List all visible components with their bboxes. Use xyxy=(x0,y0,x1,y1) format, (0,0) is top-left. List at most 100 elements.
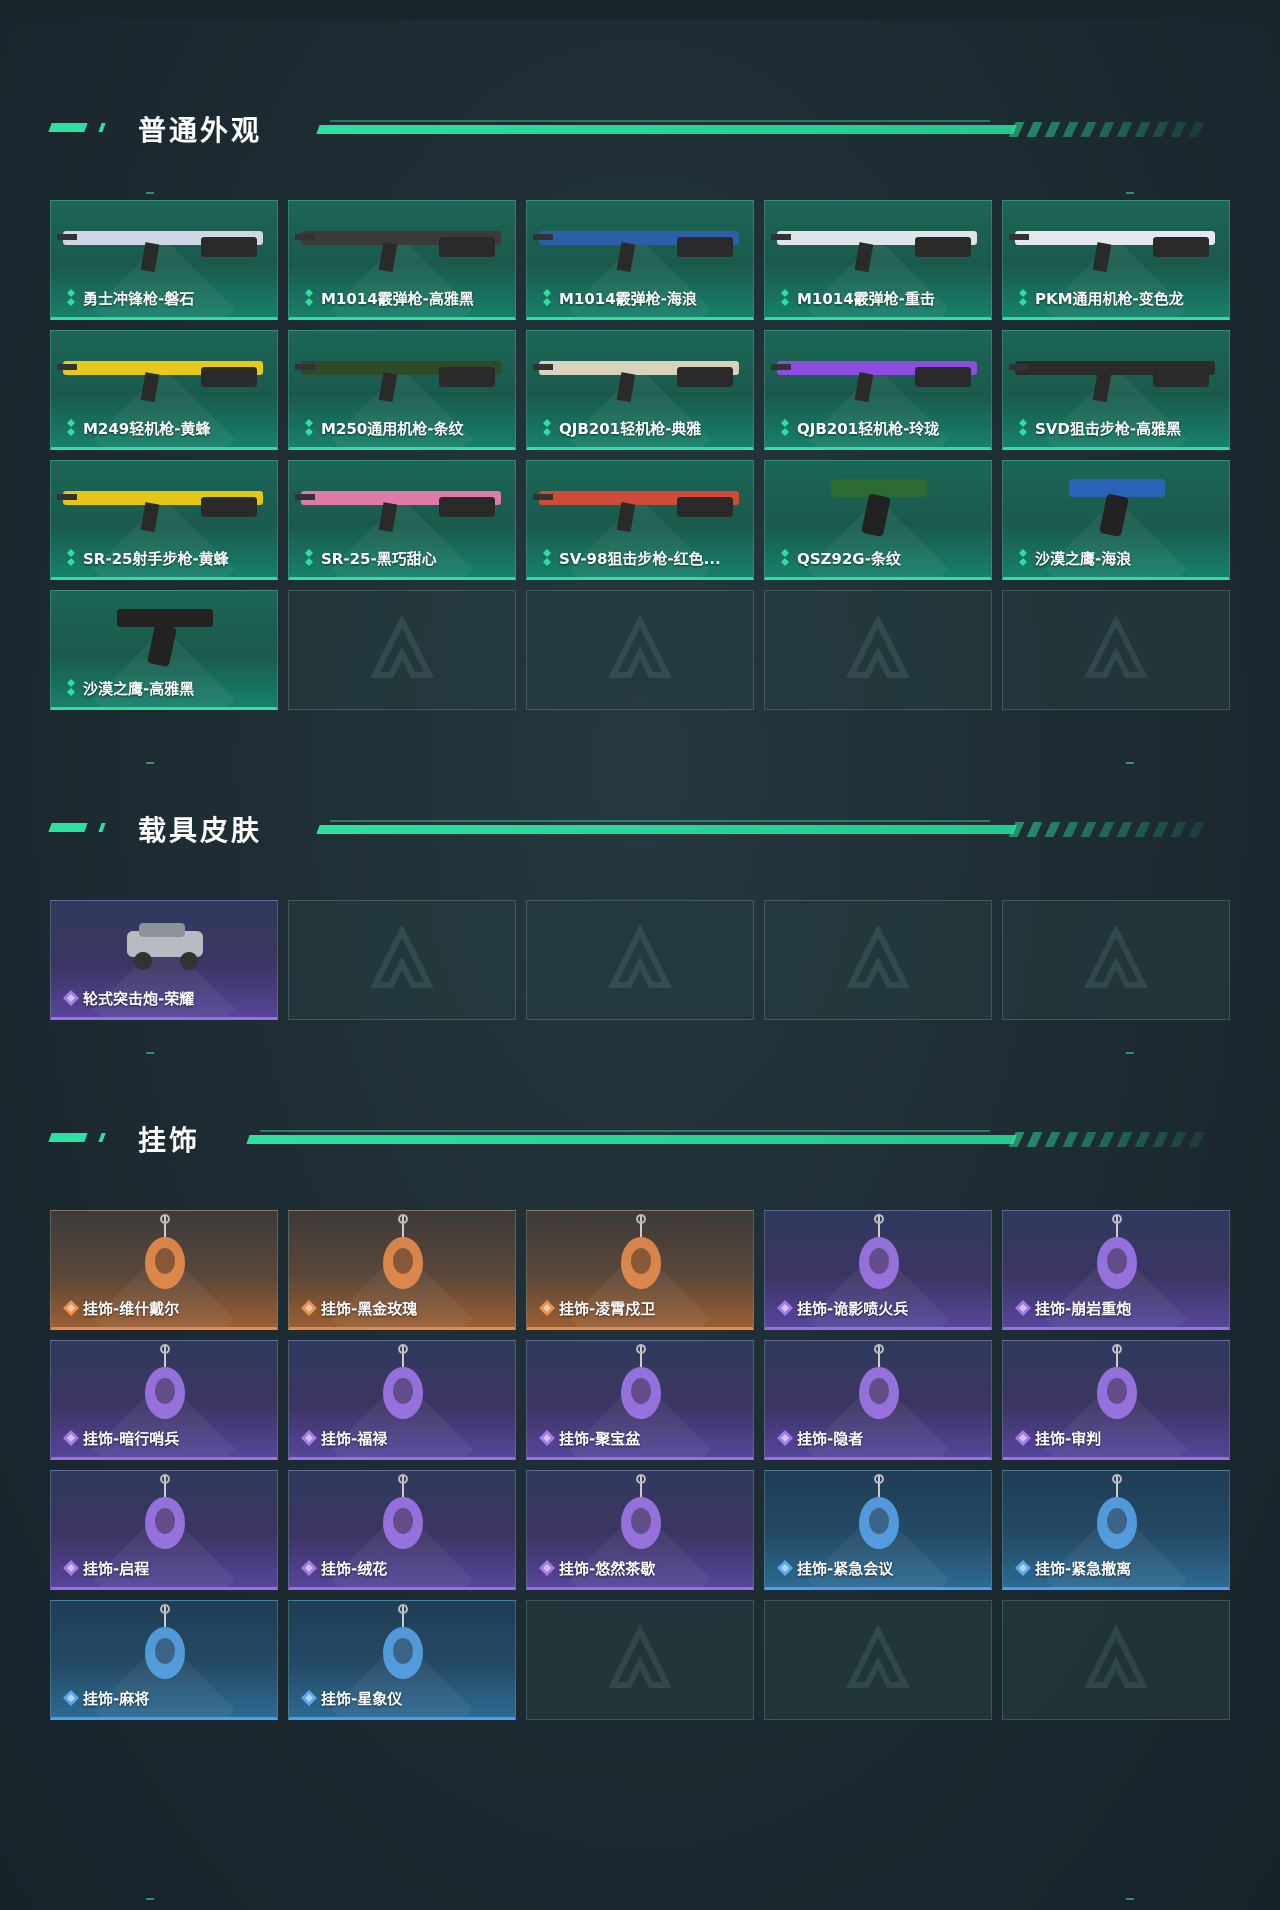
corner-tick xyxy=(1126,1898,1134,1900)
machine-gun-icon xyxy=(1009,231,1215,273)
rarity-diamond-icon xyxy=(543,289,551,306)
header-checker-pattern xyxy=(1008,822,1206,837)
item-label: QJB201轻机枪-玲珑 xyxy=(797,420,940,438)
item-card[interactable]: 挂饰-暗行哨兵 xyxy=(50,1340,278,1460)
rarity-diamond-icon xyxy=(1019,549,1027,566)
item-label: 挂饰-紧急撤离 xyxy=(1035,1560,1132,1578)
rarity-diamond-icon xyxy=(301,1300,317,1316)
item-card[interactable]: 挂饰-崩岩重炮 xyxy=(1002,1210,1230,1330)
machine-gun-icon xyxy=(295,361,501,403)
item-card[interactable]: 挂饰-凌霄戍卫 xyxy=(526,1210,754,1330)
rarity-diamond-icon xyxy=(63,1690,79,1706)
item-label: QJB201轻机枪-典雅 xyxy=(559,420,702,438)
header-accent-dash xyxy=(98,123,106,132)
item-card[interactable]: 挂饰-诡影喷火兵 xyxy=(764,1210,992,1330)
item-label: M1014霰弹枪-海浪 xyxy=(559,290,697,308)
item-card[interactable]: 挂饰-启程 xyxy=(50,1470,278,1590)
item-label: 挂饰-诡影喷火兵 xyxy=(797,1300,909,1318)
charm-icon xyxy=(1097,1474,1137,1549)
rarity-diamond-icon xyxy=(539,1560,555,1576)
item-card[interactable]: 挂饰-悠然茶歇 xyxy=(526,1470,754,1590)
item-label: 挂饰-紧急会议 xyxy=(797,1560,894,1578)
charm-icon xyxy=(383,1344,423,1419)
pistol-icon xyxy=(831,479,927,537)
game-logo-watermark xyxy=(1084,615,1148,678)
item-card[interactable]: 沙漠之鹰-高雅黑 xyxy=(50,590,278,710)
item-card[interactable]: SV-98狙击步枪-红色... xyxy=(526,460,754,580)
item-card[interactable]: 挂饰-黑金玫瑰 xyxy=(288,1210,516,1330)
header-line xyxy=(260,1130,990,1132)
item-card[interactable]: 轮式突击炮-荣耀 xyxy=(50,900,278,1020)
item-label: 挂饰-维什戴尔 xyxy=(83,1300,180,1318)
rifle-icon xyxy=(295,491,501,533)
rifle-icon xyxy=(57,231,263,273)
item-label: 挂饰-悠然茶歇 xyxy=(559,1560,656,1578)
rarity-diamond-icon xyxy=(63,1300,79,1316)
item-label: 挂饰-暗行哨兵 xyxy=(83,1430,180,1448)
empty-slot xyxy=(764,900,992,1020)
section-header: 挂饰 xyxy=(0,1115,1280,1159)
charm-icon xyxy=(383,1604,423,1679)
item-card[interactable]: M1014霰弹枪-海浪 xyxy=(526,200,754,320)
item-card[interactable]: M1014霰弹枪-重击 xyxy=(764,200,992,320)
item-card[interactable]: 挂饰-紧急撤离 xyxy=(1002,1470,1230,1590)
header-accent-dash xyxy=(48,823,88,832)
item-label: SR-25-黑巧甜心 xyxy=(321,550,437,568)
pistol-icon xyxy=(117,609,213,667)
item-card[interactable]: 挂饰-紧急会议 xyxy=(764,1470,992,1590)
item-card[interactable]: SR-25-黑巧甜心 xyxy=(288,460,516,580)
item-card[interactable]: M250通用机枪-条纹 xyxy=(288,330,516,450)
rarity-diamond-icon xyxy=(301,1560,317,1576)
game-logo-watermark xyxy=(846,615,910,678)
item-label: M249轻机枪-黄蜂 xyxy=(83,420,211,438)
game-logo-watermark xyxy=(846,925,910,988)
rarity-diamond-icon xyxy=(63,1560,79,1576)
header-accent-dash xyxy=(98,823,106,832)
item-card[interactable]: QSZ92G-条纹 xyxy=(764,460,992,580)
item-card[interactable]: SR-25射手步枪-黄蜂 xyxy=(50,460,278,580)
rarity-diamond-icon xyxy=(781,549,789,566)
item-card[interactable]: SVD狙击步枪-高雅黑 xyxy=(1002,330,1230,450)
sniper-icon xyxy=(533,491,739,533)
item-card[interactable]: 挂饰-聚宝盆 xyxy=(526,1340,754,1460)
rarity-diamond-icon xyxy=(67,289,75,306)
item-label: SVD狙击步枪-高雅黑 xyxy=(1035,420,1182,438)
section-title: 挂饰 xyxy=(138,1124,201,1157)
empty-slot xyxy=(526,590,754,710)
item-card[interactable]: 沙漠之鹰-海浪 xyxy=(1002,460,1230,580)
item-label: 挂饰-凌霄戍卫 xyxy=(559,1300,656,1318)
item-card[interactable]: 挂饰-福禄 xyxy=(288,1340,516,1460)
header-line xyxy=(330,820,990,822)
charm-icon xyxy=(621,1214,661,1289)
item-card[interactable]: QJB201轻机枪-典雅 xyxy=(526,330,754,450)
charm-icon xyxy=(145,1344,185,1419)
section-header: 普通外观 xyxy=(0,105,1280,149)
item-card[interactable]: 勇士冲锋枪-磐石 xyxy=(50,200,278,320)
item-card[interactable]: 挂饰-绒花 xyxy=(288,1470,516,1590)
item-card[interactable]: 挂饰-麻将 xyxy=(50,1600,278,1720)
top-bar xyxy=(0,0,1280,20)
item-card[interactable]: 挂饰-维什戴尔 xyxy=(50,1210,278,1330)
item-card[interactable]: 挂饰-审判 xyxy=(1002,1340,1230,1460)
item-label: 挂饰-聚宝盆 xyxy=(559,1430,641,1448)
item-card[interactable]: M249轻机枪-黄蜂 xyxy=(50,330,278,450)
item-card[interactable]: M1014霰弹枪-高雅黑 xyxy=(288,200,516,320)
item-grid: 挂饰-维什戴尔 挂饰-黑金玫瑰 挂饰-凌霄戍卫 挂饰-诡影喷火兵 挂饰-崩岩重炮挂饰-暗… xyxy=(50,1210,1230,1720)
corner-tick xyxy=(146,192,154,194)
corner-tick xyxy=(146,1898,154,1900)
item-label: 挂饰-星象仪 xyxy=(321,1690,403,1708)
empty-slot xyxy=(764,1600,992,1720)
charm-icon xyxy=(383,1214,423,1289)
rarity-diamond-icon xyxy=(67,549,75,566)
item-label: SV-98狙击步枪-红色... xyxy=(559,550,721,568)
item-card[interactable]: QJB201轻机枪-玲珑 xyxy=(764,330,992,450)
rarity-diamond-icon xyxy=(1015,1560,1031,1576)
empty-slot xyxy=(1002,1600,1230,1720)
rarity-diamond-icon xyxy=(305,419,313,436)
item-label: 沙漠之鹰-海浪 xyxy=(1035,550,1132,568)
charm-icon xyxy=(859,1214,899,1289)
item-card[interactable]: PKM通用机枪-变色龙 xyxy=(1002,200,1230,320)
header-line xyxy=(330,120,990,122)
item-card[interactable]: 挂饰-星象仪 xyxy=(288,1600,516,1720)
item-card[interactable]: 挂饰-隐者 xyxy=(764,1340,992,1460)
